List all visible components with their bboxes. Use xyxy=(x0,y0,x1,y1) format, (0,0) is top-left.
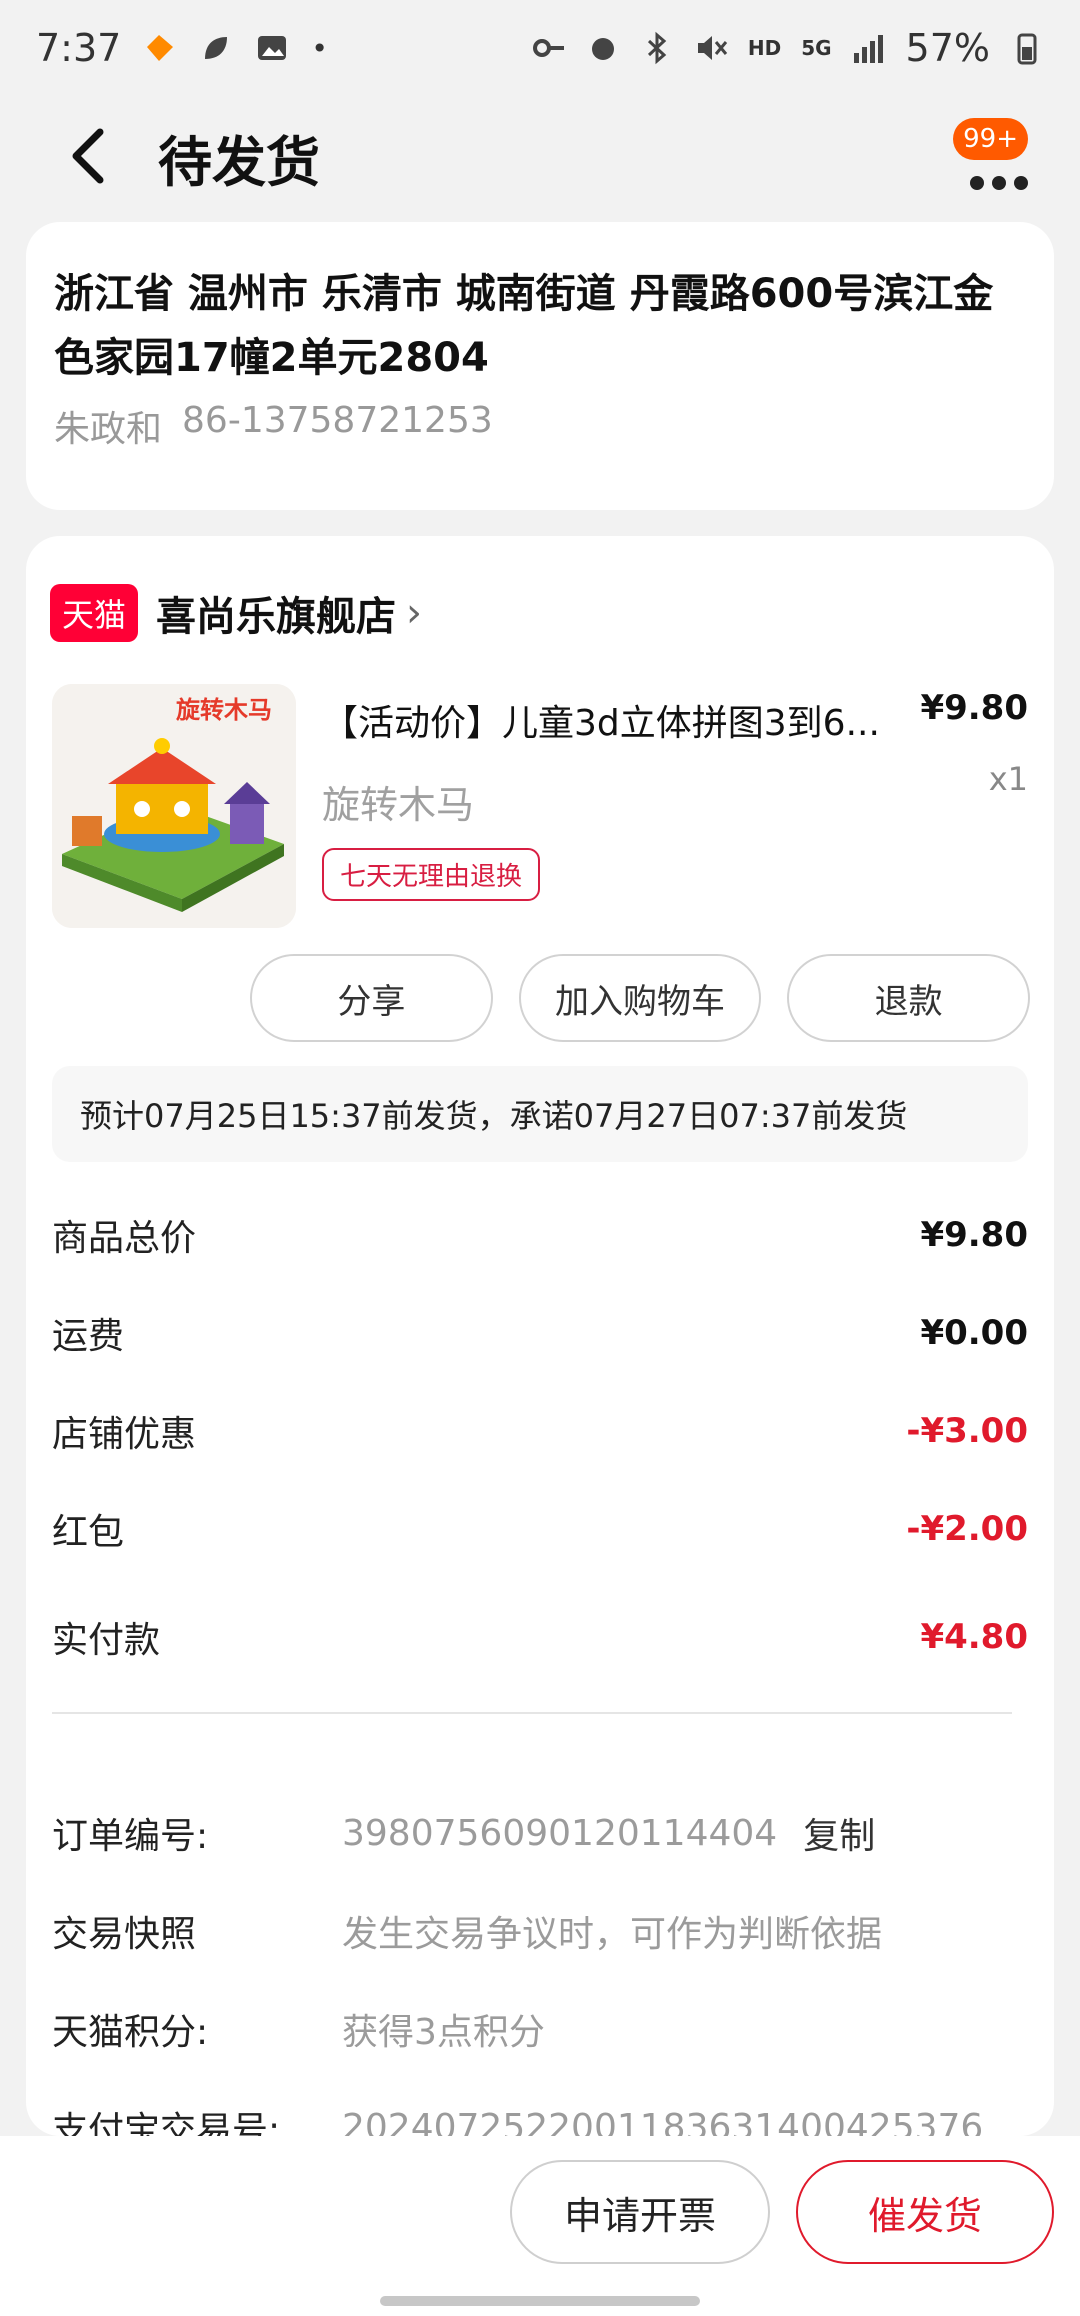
gallery-icon xyxy=(255,31,289,65)
product-price: ¥9.80 xyxy=(920,688,1028,728)
leaf-icon xyxy=(199,31,233,65)
urge-shipping-button[interactable]: 催发货 xyxy=(796,2160,1054,2264)
receiver-info: 朱政和 86-13758721253 xyxy=(54,400,1026,452)
receiver-name: 朱政和 xyxy=(54,400,162,452)
product-sku: 旋转木马 xyxy=(322,774,474,829)
info-label: 订单编号: xyxy=(52,1807,342,1859)
shop-name: 喜尚乐旗舰店 xyxy=(156,584,396,642)
tmall-badge: 天猫 xyxy=(50,584,138,642)
add-to-cart-button[interactable]: 加入购物车 xyxy=(519,954,762,1042)
summary-row-redpacket: 红包 -¥2.00 xyxy=(52,1480,1028,1578)
summary-row-goods: 商品总价 ¥9.80 xyxy=(52,1186,1028,1284)
dot-icon: • xyxy=(311,32,328,65)
status-bar: 7:37 • HD 5G 57% xyxy=(0,0,1080,96)
summary-value: -¥2.00 xyxy=(906,1509,1028,1549)
summary-label: 红包 xyxy=(52,1503,124,1555)
divider xyxy=(52,1712,1012,1714)
header: 待发货 99+ xyxy=(0,96,1080,226)
summary-label: 商品总价 xyxy=(52,1209,196,1261)
info-row-order-number: 订单编号: 3980756090120114404 复制 xyxy=(52,1784,1032,1882)
summary-label: 店铺优惠 xyxy=(52,1405,196,1457)
shop-link[interactable]: 天猫 喜尚乐旗舰店 › xyxy=(50,584,422,642)
image-caption: 旋转木马 xyxy=(175,696,272,724)
refund-button[interactable]: 退款 xyxy=(787,954,1030,1042)
info-row-snapshot[interactable]: 交易快照 发生交易争议时，可作为判断依据 xyxy=(52,1882,1032,1980)
price-summary: 商品总价 ¥9.80 运费 ¥0.00 店铺优惠 -¥3.00 红包 -¥2.0… xyxy=(52,1186,1028,1714)
back-arrow-icon xyxy=(56,116,116,196)
more-button[interactable]: 99+ xyxy=(918,132,1028,202)
copy-button[interactable]: 复制 xyxy=(803,1807,875,1859)
alarm-icon xyxy=(586,31,620,65)
order-number: 3980756090120114404 xyxy=(342,1813,777,1854)
summary-value: ¥4.80 xyxy=(920,1617,1028,1657)
back-button[interactable] xyxy=(56,116,116,196)
notification-badge: 99+ xyxy=(953,118,1028,160)
summary-value: ¥0.00 xyxy=(920,1313,1028,1353)
summary-value: -¥3.00 xyxy=(906,1411,1028,1451)
info-row-points: 天猫积分: 获得3点积分 xyxy=(52,1980,1032,2078)
summary-row-paid: 实付款 ¥4.80 xyxy=(52,1578,1028,1696)
summary-label: 运费 xyxy=(52,1307,124,1359)
home-indicator[interactable] xyxy=(380,2296,700,2306)
address-card[interactable]: 浙江省 温州市 乐清市 城南街道 丹霞路600号滨江金色家园17幢2单元2804… xyxy=(26,222,1054,510)
points-value: 获得3点积分 xyxy=(342,2003,545,2055)
app-notification-icon xyxy=(143,31,177,65)
carousel-toy-illustration: 旋转木马 xyxy=(52,684,296,928)
status-time: 7:37 xyxy=(36,26,121,70)
order-info: 订单编号: 3980756090120114404 复制 交易快照 发生交易争议… xyxy=(52,1784,1032,2176)
product-quantity: x1 xyxy=(989,760,1028,798)
battery-icon xyxy=(1010,31,1044,65)
bluetooth-icon xyxy=(640,31,674,65)
product-image[interactable]: 旋转木马 xyxy=(52,684,296,928)
network-type: 5G xyxy=(801,36,831,60)
signal-icon xyxy=(852,31,886,65)
share-button[interactable]: 分享 xyxy=(250,954,493,1042)
summary-value: ¥9.80 xyxy=(920,1215,1028,1255)
summary-label: 实付款 xyxy=(52,1611,160,1663)
hd-indicator: HD xyxy=(748,36,781,60)
receiver-phone: 86-13758721253 xyxy=(182,400,493,452)
summary-row-shop-discount: 店铺优惠 -¥3.00 xyxy=(52,1382,1028,1480)
page-title: 待发货 xyxy=(158,118,320,197)
shipping-estimate: 预计07月25日15:37前发货，承诺07月27日07:37前发货 xyxy=(52,1066,1028,1162)
more-dots-icon xyxy=(970,176,1028,190)
product-actions: 分享 加入购物车 退款 xyxy=(250,954,1030,1042)
battery-percent: 57% xyxy=(906,26,990,70)
order-card: 天猫 喜尚乐旗舰店 › 旋转木马 【活动价】儿童3d立体拼图3到6... ¥9.… xyxy=(26,536,1054,2136)
request-invoice-button[interactable]: 申请开票 xyxy=(510,2160,770,2264)
info-label: 交易快照 xyxy=(52,1905,342,1957)
info-label: 天猫积分: xyxy=(52,2003,342,2055)
bottom-action-bar: 申请开票 催发货 xyxy=(0,2136,1080,2316)
chevron-right-icon: › xyxy=(406,590,422,636)
key-icon xyxy=(532,31,566,65)
summary-row-shipping: 运费 ¥0.00 xyxy=(52,1284,1028,1382)
snapshot-desc: 发生交易争议时，可作为判断依据 xyxy=(342,1905,882,1957)
return-policy-tag: 七天无理由退换 xyxy=(322,848,540,901)
mute-icon xyxy=(694,31,728,65)
address-line: 浙江省 温州市 乐清市 城南街道 丹霞路600号滨江金色家园17幢2单元2804 xyxy=(54,262,1026,390)
product-title[interactable]: 【活动价】儿童3d立体拼图3到6... xyxy=(322,694,922,746)
